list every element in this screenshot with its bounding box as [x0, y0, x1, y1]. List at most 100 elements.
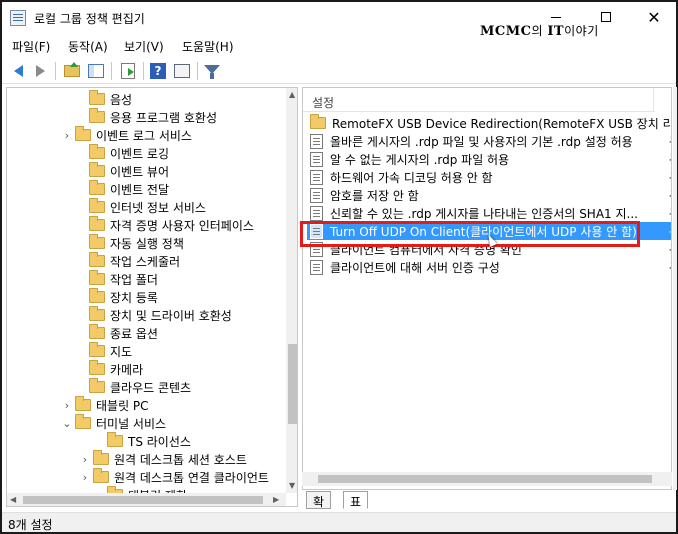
folder-icon — [89, 324, 105, 339]
maximize-icon — [601, 12, 611, 22]
list-item-label: RemoteFX USB Device Redirection(RemoteFX… — [332, 116, 672, 131]
tree-item[interactable]: 장치 등록 — [75, 288, 158, 306]
status-bar: 8개 설정 — [2, 512, 676, 532]
minimize-button[interactable] — [534, 4, 578, 30]
list-item[interactable]: 알 수 없는 게시자의 .rdp 파일 허용 구 — [307, 150, 671, 168]
scroll-up-icon[interactable]: ▲ — [289, 90, 295, 99]
tree-item[interactable]: TS 라이선스 — [93, 432, 191, 450]
folder-icon — [89, 288, 105, 303]
help-button[interactable]: ? — [148, 61, 168, 81]
tree-item[interactable]: 자동 실행 정책 — [75, 234, 184, 252]
list-item[interactable]: RemoteFX USB Device Redirection(RemoteFX… — [307, 114, 672, 132]
up-level-button[interactable] — [62, 61, 82, 81]
policy-setting-icon — [310, 133, 323, 149]
tree-vertical-scroll-thumb[interactable] — [288, 344, 297, 424]
menu-view[interactable]: 보기(V) — [124, 38, 164, 55]
expand-chevron-icon[interactable]: › — [61, 399, 73, 412]
tree-item[interactable]: 지도 — [75, 342, 132, 360]
tree-item-label: 음성 — [110, 92, 133, 107]
show-hide-tree-button[interactable] — [86, 61, 106, 81]
folder-icon — [75, 126, 91, 141]
tree-item[interactable]: › 원격 데스크톱 연결 클라이언트 — [79, 468, 269, 486]
list-item[interactable]: 올바른 게시자의 .rdp 파일 및 사용자의 기본 .rdp 설정 허용 구 — [307, 132, 671, 150]
expand-chevron-icon[interactable]: › — [61, 129, 73, 142]
folder-icon — [89, 108, 105, 123]
expand-chevron-icon[interactable]: › — [79, 471, 91, 484]
settings-list[interactable]: 설정 RemoteFX USB Device Redirection(Remot… — [302, 87, 672, 490]
tree-item-label: 자격 증명 사용자 인터페이스 — [110, 218, 254, 233]
tree-item[interactable]: 카메라 — [75, 360, 143, 378]
close-icon: ✕ — [647, 7, 661, 27]
tab-extended[interactable]: 확장 — [306, 491, 332, 526]
tree-item[interactable]: 클라우드 콘텐츠 — [75, 378, 191, 396]
column-divider[interactable] — [653, 88, 654, 112]
tree-item[interactable]: 작업 스케줄러 — [75, 252, 180, 270]
list-item[interactable]: 클라이언트에 대해 서버 인증 구성 구 — [307, 258, 671, 276]
tree-item[interactable]: 종료 옵션 — [75, 324, 158, 342]
tree-item[interactable]: 인터넷 정보 서비스 — [75, 198, 206, 216]
folder-icon — [310, 114, 326, 129]
list-horizontal-scroll-thumb[interactable] — [318, 475, 652, 483]
column-header-setting[interactable]: 설정 — [303, 88, 655, 112]
tree-item-label: TS 라이선스 — [128, 434, 191, 449]
folder-icon — [89, 90, 105, 105]
list-vertical-scrollbar[interactable] — [673, 87, 677, 490]
tree-item-label: 장치 등록 — [110, 290, 158, 305]
tree-item[interactable]: 작업 폴더 — [75, 270, 158, 288]
minimize-icon — [551, 16, 561, 18]
list-item-state: 구 — [669, 151, 671, 168]
list-item-label: 신뢰할 수 있는 .rdp 게시자를 나타내는 인증서의 SHA1 지... — [330, 206, 638, 221]
list-item-state: 구 — [669, 241, 671, 258]
tree-item[interactable]: 음성 — [75, 90, 132, 108]
app-window: 로컬 그룹 정책 편집기 MCMC의 IT이야기 ✕ 파일(F) 동작(A) 보… — [0, 0, 678, 534]
tree-item[interactable]: ⌄ 터미널 서비스 — [61, 414, 166, 432]
list-item-label: 알 수 없는 게시자의 .rdp 파일 허용 — [330, 152, 510, 167]
tree-item[interactable]: › 원격 데스크톱 세션 호스트 — [79, 450, 247, 468]
menu-action[interactable]: 동작(A) — [68, 38, 108, 55]
list-item-label: 암호를 저장 안 함 — [330, 188, 419, 203]
export-list-button[interactable] — [118, 61, 138, 81]
expand-chevron-icon[interactable]: › — [79, 453, 91, 466]
back-button[interactable] — [8, 61, 28, 81]
tree-item[interactable]: 응용 프로그램 호환성 — [75, 108, 217, 126]
scroll-left-icon[interactable]: ◀ — [10, 495, 16, 504]
tab-standard[interactable]: 표준 — [343, 491, 369, 526]
folder-icon — [93, 468, 109, 483]
list-item[interactable]: 암호를 저장 안 함 구 — [307, 186, 671, 204]
folder-icon — [89, 360, 105, 375]
tree-item-label: 이벤트 전달 — [110, 182, 170, 197]
tree-item[interactable]: 자격 증명 사용자 인터페이스 — [75, 216, 254, 234]
scroll-right-icon[interactable]: ▶ — [273, 495, 279, 504]
tree-item[interactable]: 장치 및 드라이버 호환성 — [75, 306, 232, 324]
forward-button[interactable] — [30, 61, 50, 81]
tree-item[interactable]: 이벤트 로깅 — [75, 144, 169, 162]
title-bar[interactable]: 로컬 그룹 정책 편집기 MCMC의 IT이야기 ✕ — [2, 2, 676, 39]
tree-item[interactable]: 이벤트 뷰어 — [75, 162, 169, 180]
tree-item-label: 태블릿 PC — [96, 398, 149, 413]
list-item[interactable]: 하드웨어 가속 디코딩 허용 안 함 구 — [307, 168, 671, 186]
policy-editor-icon — [10, 10, 26, 26]
filter-button[interactable] — [202, 61, 222, 81]
tree-horizontal-scroll-thumb[interactable] — [23, 496, 263, 504]
folder-icon — [89, 162, 105, 177]
menu-help[interactable]: 도움말(H) — [182, 38, 234, 55]
tree-item-label: 클라우드 콘텐츠 — [110, 380, 192, 395]
tree-item[interactable]: › 이벤트 로그 서비스 — [61, 126, 192, 144]
scroll-down-icon[interactable]: ▼ — [289, 481, 295, 490]
console-tree-icon — [88, 64, 104, 78]
console-tree[interactable]: 음성 응용 프로그램 호환성 › 이벤트 로그 서비스 이벤트 로깅 이벤트 뷰어이벤트 … — [6, 87, 298, 507]
menu-file[interactable]: 파일(F) — [12, 38, 50, 55]
folder-icon — [89, 198, 105, 213]
expand-chevron-icon[interactable]: ⌄ — [61, 417, 73, 430]
list-item-state: 구 — [669, 223, 671, 240]
tree-item[interactable]: › 태블릿 PC — [61, 396, 149, 414]
close-button[interactable]: ✕ — [632, 4, 676, 30]
tree-item[interactable]: 이벤트 전달 — [75, 180, 169, 198]
policy-setting-icon — [310, 169, 323, 185]
folder-icon — [89, 270, 105, 285]
properties-button[interactable] — [172, 61, 192, 81]
maximize-button[interactable] — [584, 4, 628, 30]
list-item[interactable]: 신뢰할 수 있는 .rdp 게시자를 나타내는 인증서의 SHA1 지... 구 — [307, 204, 671, 222]
tree-vertical-scrollbar[interactable] — [286, 88, 297, 493]
tree-item-label: 장치 및 드라이버 호환성 — [110, 308, 232, 323]
